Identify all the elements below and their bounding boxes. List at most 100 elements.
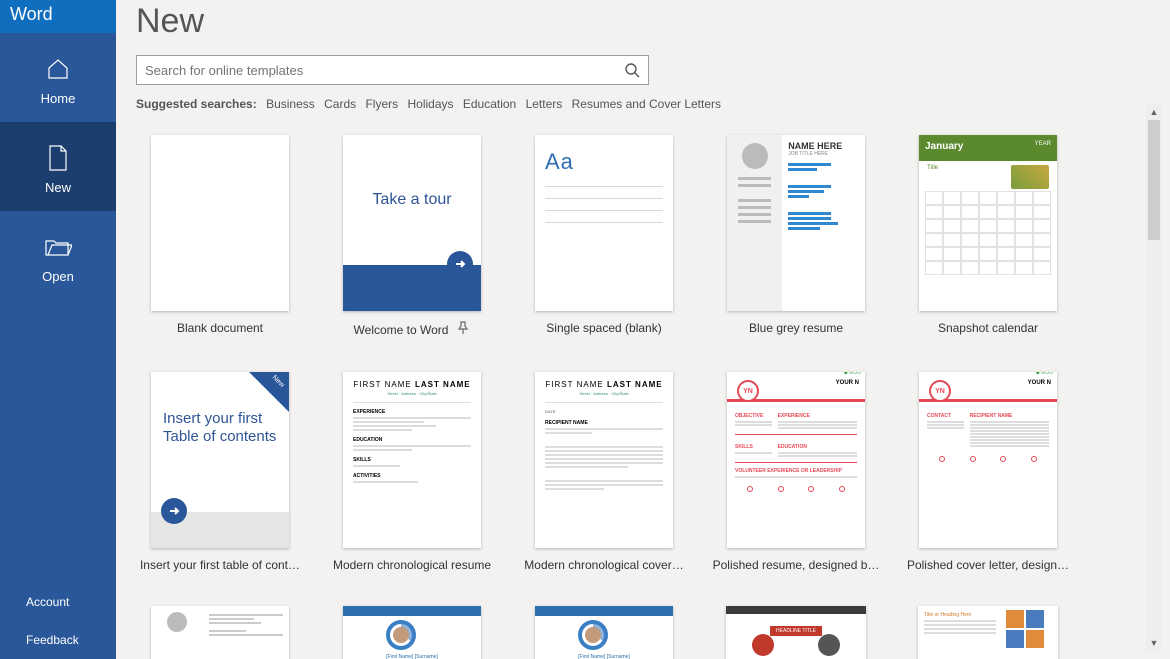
suggested-link[interactable]: Business: [266, 97, 315, 111]
thumb-text: [First Name] [Surname]: [386, 654, 438, 659]
thumb-text: ◆ MOO: [844, 372, 861, 376]
template-caption: Polished resume, designed b…: [713, 558, 880, 572]
template-modern-resume[interactable]: FIRST NAME LAST NAME Street · Address · …: [328, 372, 496, 572]
suggested-label: Suggested searches:: [136, 97, 257, 111]
template-caption: Polished cover letter, design…: [907, 558, 1069, 572]
thumb-text: OBJECTIVE: [735, 413, 772, 419]
main: New Suggested searches: Business Cards F…: [116, 0, 1170, 659]
suggested-link[interactable]: Cards: [324, 97, 356, 111]
thumb-text: January: [925, 141, 963, 155]
template-thumb: [151, 606, 289, 659]
arrow-right-icon: [161, 498, 187, 524]
thumb-text: ◆ MOO: [1036, 372, 1053, 376]
template-welcome-to-word[interactable]: Take a tour Welcome to Word: [328, 135, 496, 338]
template-polished-resume[interactable]: ◆ MOO YN YOUR N OBJECTIVE EXPERIENCE SKI…: [712, 372, 880, 572]
account-link[interactable]: Account: [0, 583, 116, 621]
template-card[interactable]: [136, 606, 304, 659]
template-card[interactable]: [First Name] [Surname]: [328, 606, 496, 659]
thumb-text: LAST NAME: [607, 380, 663, 389]
scroll-thumb[interactable]: [1148, 120, 1160, 240]
nav-home-label: Home: [41, 91, 76, 106]
template-polished-cover[interactable]: ◆ MOO YN YOUR N CONTACT RECIPIENT NAME: [904, 372, 1072, 572]
template-thumb: January YEAR Title: [919, 135, 1057, 311]
thumb-badge: New: [271, 374, 286, 389]
thumb-text: Title or Heading Here: [924, 612, 996, 618]
search-box: [136, 55, 649, 85]
template-caption: Blue grey resume: [749, 321, 843, 335]
thumb-text: EXPERIENCE: [353, 409, 471, 415]
suggested-link[interactable]: Holidays: [407, 97, 453, 111]
template-caption: Modern chronological cover…: [524, 558, 683, 572]
thumb-text: FIRST NAME: [353, 380, 411, 389]
template-caption: Modern chronological resume: [333, 558, 491, 572]
thumb-text: EDUCATION: [778, 444, 857, 450]
suggested-link[interactable]: Education: [463, 97, 516, 111]
search-button[interactable]: [616, 56, 648, 84]
thumb-text: YN: [737, 380, 759, 402]
template-thumb: Take a tour: [343, 135, 481, 311]
suggested-link[interactable]: Flyers: [365, 97, 398, 111]
sidebar: Word Home New Open Account: [0, 0, 116, 659]
template-gallery: Blank document Take a tour Welcome to Wo…: [136, 135, 1140, 659]
template-blank-document[interactable]: Blank document: [136, 135, 304, 338]
nav-new-label: New: [45, 180, 71, 195]
template-caption: Insert your first table of cont…: [140, 558, 300, 572]
template-modern-cover[interactable]: FIRST NAME LAST NAME Street · Address · …: [520, 372, 688, 572]
template-thumb: FIRST NAME LAST NAME Street · Address · …: [535, 372, 673, 548]
thumb-text: Title: [927, 165, 938, 171]
thumb-text: EDUCATION: [353, 437, 471, 443]
template-table-of-contents[interactable]: New Insert your first Table of contents …: [136, 372, 304, 572]
thumb-text: SKILLS: [735, 444, 772, 450]
pin-icon[interactable]: [456, 321, 470, 338]
scrollbar[interactable]: ▲ ▼: [1146, 104, 1162, 651]
nav-open-label: Open: [42, 269, 74, 284]
thumb-text: YEAR: [1035, 141, 1051, 155]
template-caption: Snapshot calendar: [938, 321, 1038, 335]
thumb-text: YN: [929, 380, 951, 402]
scroll-up-button[interactable]: ▲: [1146, 104, 1162, 120]
nav: Home New Open: [0, 33, 116, 583]
page-title: New: [136, 2, 1140, 41]
template-card[interactable]: Title or Heading Here: [904, 606, 1072, 659]
feedback-link[interactable]: Feedback: [0, 621, 116, 659]
search-input[interactable]: [137, 56, 616, 84]
search-icon: [624, 62, 640, 78]
template-thumb: [First Name] [Surname]: [535, 606, 673, 659]
thumb-text: CONTACT: [927, 413, 964, 419]
nav-new[interactable]: New: [0, 122, 116, 211]
template-caption: Welcome to Word: [354, 323, 449, 337]
template-thumb: [151, 135, 289, 311]
template-caption: Single spaced (blank): [546, 321, 661, 335]
thumb-text: RECIPIENT NAME: [545, 420, 663, 426]
brand: Word: [0, 0, 116, 33]
app-root: Word Home New Open Account: [0, 0, 1170, 659]
thumb-text: [First Name] [Surname]: [578, 654, 630, 659]
template-thumb: ◆ MOO YN YOUR N OBJECTIVE EXPERIENCE SKI…: [727, 372, 865, 548]
template-thumb: FIRST NAME LAST NAME Street · Address · …: [343, 372, 481, 548]
template-thumb: Title or Heading Here: [918, 606, 1058, 659]
suggested-link[interactable]: Resumes and Cover Letters: [572, 97, 721, 111]
thumb-text: HEADLINE TITLE: [770, 626, 822, 636]
template-thumb: [First Name] [Surname]: [343, 606, 481, 659]
scroll-down-button[interactable]: ▼: [1146, 635, 1162, 651]
thumb-text: YOUR N: [1028, 380, 1051, 386]
thumb-text: Take a tour: [343, 135, 481, 265]
nav-open[interactable]: Open: [0, 211, 116, 300]
open-folder-icon: [44, 233, 72, 261]
thumb-text: NAME HERE: [788, 141, 859, 151]
template-blue-grey-resume[interactable]: NAME HERE JOB TITLE HERE Blue grey resum…: [712, 135, 880, 338]
thumb-text: SKILLS: [353, 457, 471, 463]
arrow-right-icon: [447, 251, 473, 277]
template-single-spaced[interactable]: Aa Single spaced (blank): [520, 135, 688, 338]
thumb-text: JOB TITLE HERE: [788, 151, 859, 157]
template-snapshot-calendar[interactable]: January YEAR Title Snapshot calendar: [904, 135, 1072, 338]
template-card[interactable]: [First Name] [Surname]: [520, 606, 688, 659]
template-caption: Blank document: [177, 321, 263, 335]
new-document-icon: [44, 144, 72, 172]
thumb-text: YOUR N: [836, 380, 859, 386]
thumb-text: LAST NAME: [415, 380, 471, 389]
home-icon: [44, 55, 72, 83]
nav-home[interactable]: Home: [0, 33, 116, 122]
suggested-link[interactable]: Letters: [526, 97, 563, 111]
template-card[interactable]: HEADLINE TITLE: [712, 606, 880, 659]
